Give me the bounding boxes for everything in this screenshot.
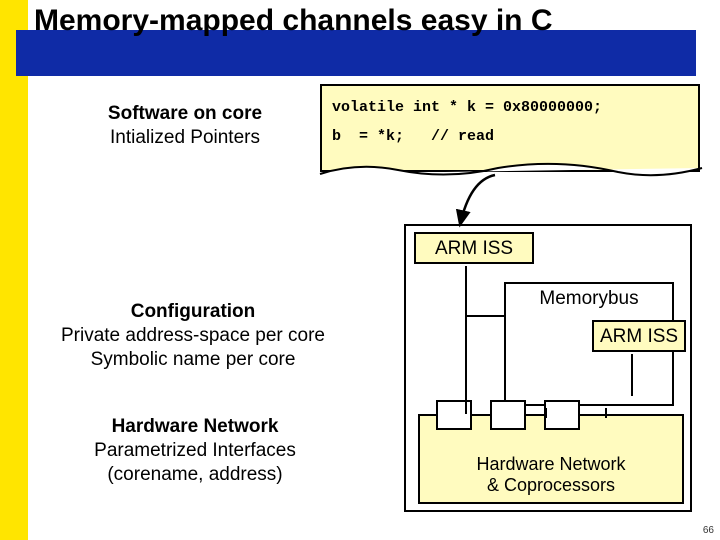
hw-line2: (corename, address): [72, 463, 318, 487]
system-diagram: ARM ISS Memorybus ARM ISS Hardware Netwo…: [404, 224, 692, 512]
software-subtext: Intialized Pointers: [70, 126, 300, 150]
config-line1: Private address-space per core: [48, 324, 338, 348]
code-line2: b = *k; // read: [332, 128, 494, 145]
page-number: 66: [703, 525, 714, 536]
decorative-stripe: [0, 0, 28, 540]
code-box: volatile int * k = 0x80000000; b = *k; /…: [320, 84, 700, 172]
torn-edge-icon: [318, 160, 704, 180]
software-on-core-block: Software on core Intialized Pointers: [70, 102, 300, 150]
slide-title: Memory-mapped channels easy in C: [34, 4, 714, 38]
config-line2: Symbolic name per core: [48, 348, 338, 372]
hardware-network-block: Hardware Network Parametrized Interfaces…: [72, 415, 318, 486]
hw-line1: Parametrized Interfaces: [72, 439, 318, 463]
code-line1: volatile int * k = 0x80000000;: [332, 99, 602, 116]
arm-iss-box-2: ARM ISS: [592, 320, 686, 352]
diagram-connectors: [406, 226, 694, 514]
arrow-icon: [440, 170, 510, 245]
hw-heading: Hardware Network: [72, 415, 318, 439]
software-heading: Software on core: [70, 102, 300, 126]
configuration-block: Configuration Private address-space per …: [48, 300, 338, 371]
config-heading: Configuration: [48, 300, 338, 324]
